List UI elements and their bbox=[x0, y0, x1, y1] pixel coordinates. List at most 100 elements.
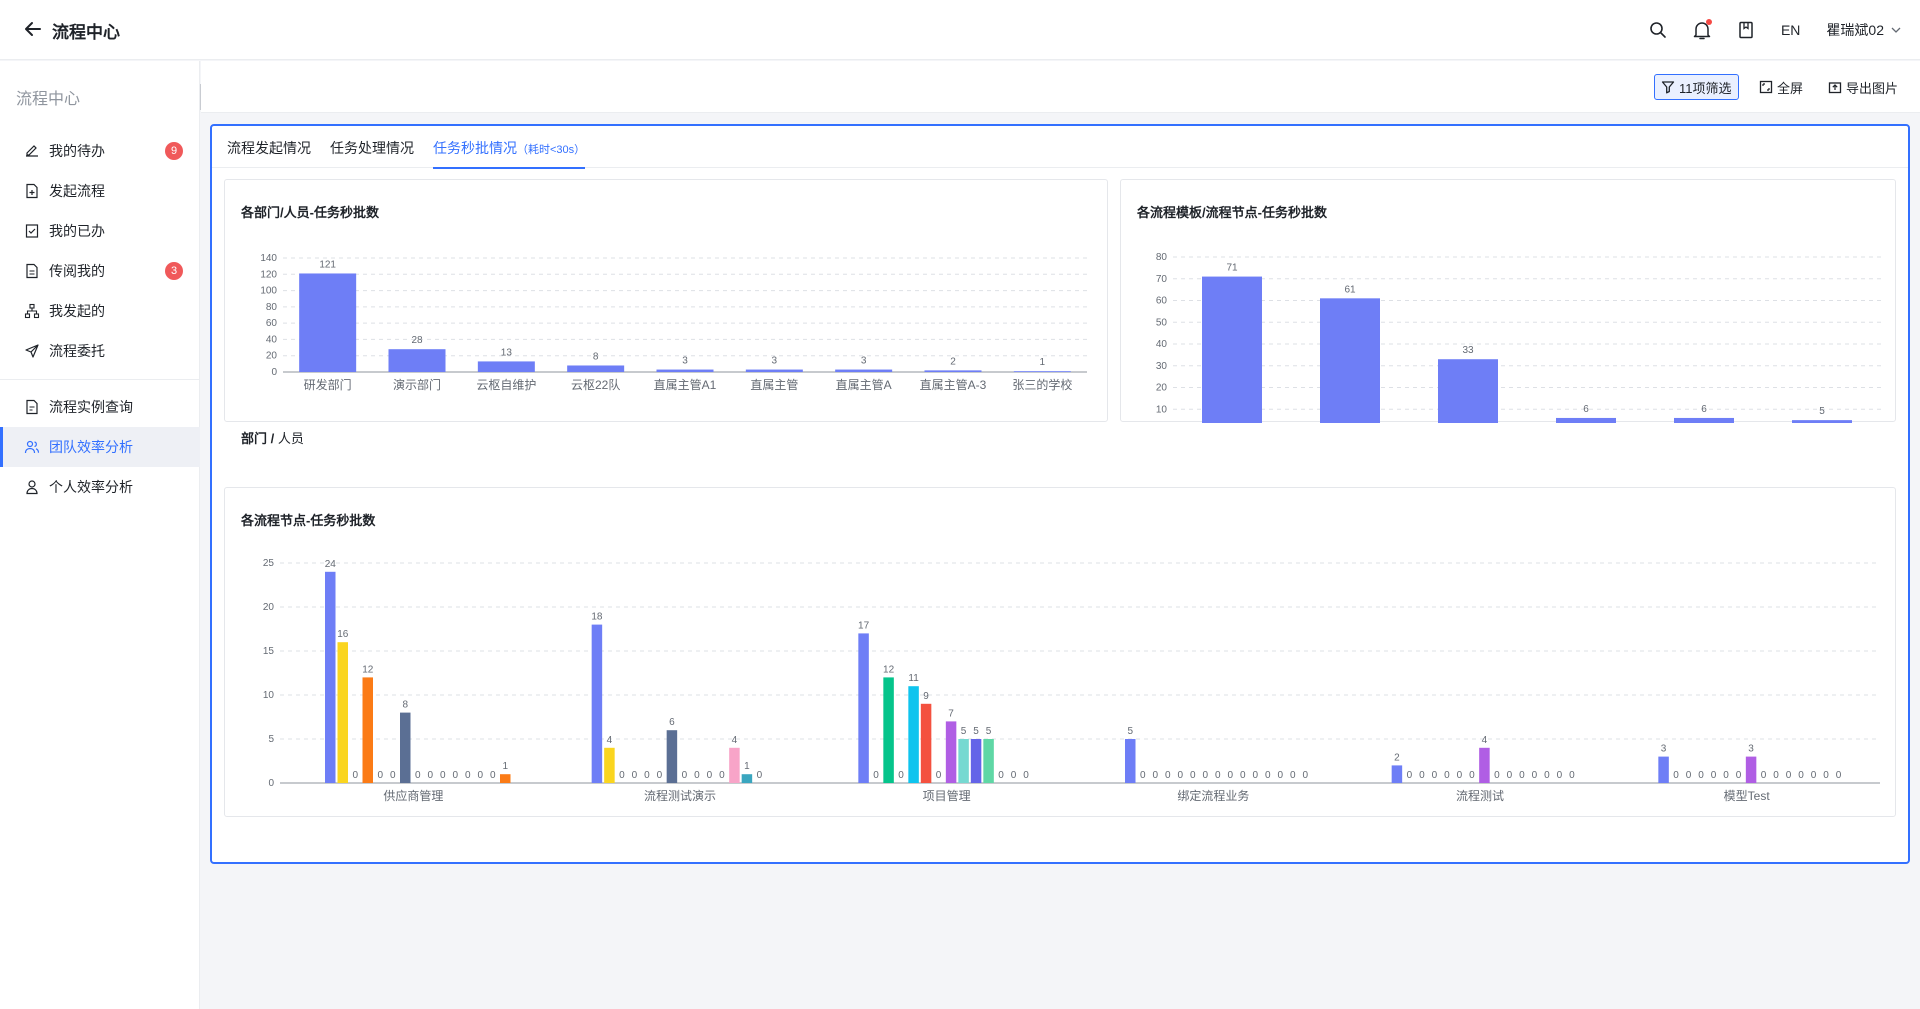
data-label: 1 bbox=[744, 761, 750, 772]
y-tick-label: 20 bbox=[266, 351, 278, 362]
data-label: 0 bbox=[1532, 770, 1538, 781]
sidebar-item-label: 流程实例查询 bbox=[49, 399, 133, 415]
export-image-button[interactable]: 导出图片 bbox=[1828, 74, 1898, 100]
data-label: 0 bbox=[757, 770, 763, 781]
sidebar-item[interactable]: 我的待办 9 bbox=[0, 131, 200, 171]
fullscreen-icon bbox=[1759, 80, 1773, 94]
data-label: 0 bbox=[1177, 770, 1183, 781]
bar bbox=[741, 774, 753, 783]
toolbar: 11项筛选 全屏 导出图片 bbox=[201, 61, 1920, 113]
bar bbox=[858, 633, 869, 783]
data-label: 0 bbox=[1798, 770, 1804, 781]
data-label: 13 bbox=[501, 347, 513, 358]
sidebar-item[interactable]: 我发起的 bbox=[0, 291, 200, 331]
data-label: 12 bbox=[362, 664, 374, 675]
data-label: 3 bbox=[772, 356, 778, 367]
tab-process-initiation[interactable]: 流程发起情况 bbox=[227, 138, 311, 167]
sidebar-item[interactable]: 个人效率分析 bbox=[0, 467, 200, 507]
data-label: 0 bbox=[1686, 770, 1692, 781]
bar bbox=[908, 686, 919, 783]
data-label: 0 bbox=[427, 770, 433, 781]
sidebar-item[interactable]: 团队效率分析 bbox=[0, 427, 200, 467]
sidebar-item-label: 团队效率分析 bbox=[49, 439, 133, 455]
data-label: 0 bbox=[619, 770, 625, 781]
bar bbox=[924, 370, 982, 372]
data-label: 5 bbox=[986, 726, 992, 737]
y-tick-label: 30 bbox=[1156, 361, 1168, 372]
sidebar-item[interactable]: 传阅我的 3 bbox=[0, 251, 200, 291]
bar bbox=[477, 361, 535, 372]
data-label: 1 bbox=[1040, 357, 1046, 368]
y-tick-label: 20 bbox=[1156, 383, 1168, 394]
data-label: 0 bbox=[1569, 770, 1575, 781]
bar bbox=[666, 730, 678, 783]
tab-instant-approval-label: 任务秒批情况 bbox=[433, 140, 517, 156]
bar bbox=[729, 747, 740, 783]
tab-instant-approval[interactable]: 任务秒批情况（耗时<30s） bbox=[433, 138, 586, 169]
bar bbox=[920, 703, 932, 783]
data-label: 0 bbox=[707, 770, 713, 781]
data-label: 0 bbox=[452, 770, 458, 781]
back-arrow-icon[interactable] bbox=[22, 18, 44, 40]
data-label: 0 bbox=[1698, 770, 1704, 781]
x-tick-label: 流程测试 bbox=[1456, 788, 1504, 803]
y-tick-label: 80 bbox=[266, 302, 278, 313]
chart-card-template: 各流程模板/流程节点-任务秒批数 0102030405060708071项目管理… bbox=[1120, 179, 1896, 423]
x-tick-label: 绑定流程业务 bbox=[1177, 788, 1249, 803]
data-label: 0 bbox=[1761, 770, 1767, 781]
sidebar-item[interactable]: 流程实例查询 bbox=[0, 387, 200, 427]
document-icon bbox=[24, 263, 40, 279]
bar bbox=[958, 739, 969, 783]
sidebar-item[interactable]: 流程委托 bbox=[0, 331, 200, 371]
filter-button[interactable]: 11项筛选 bbox=[1654, 74, 1739, 100]
tab-task-handling[interactable]: 任务处理情况 bbox=[330, 138, 414, 167]
y-tick-label: 20 bbox=[263, 602, 275, 613]
bar bbox=[1745, 756, 1757, 783]
org-chart-icon bbox=[24, 303, 40, 319]
footer-dept: 部门 bbox=[241, 431, 268, 446]
data-label: 3 bbox=[1661, 744, 1667, 755]
data-label: 0 bbox=[1152, 770, 1158, 781]
sidebar-item[interactable]: 发起流程 bbox=[0, 171, 200, 211]
sidebar-item-label: 我的待办 bbox=[49, 143, 105, 159]
sidebar-item[interactable]: 我的已办 bbox=[0, 211, 200, 251]
app-title: 流程中心 bbox=[52, 23, 120, 42]
data-label: 0 bbox=[415, 770, 421, 781]
data-label: 0 bbox=[490, 770, 496, 781]
y-tick-label: 0 bbox=[268, 778, 274, 789]
y-tick-label: 10 bbox=[263, 690, 275, 701]
notification-bell-icon[interactable] bbox=[1691, 19, 1713, 41]
data-label: 28 bbox=[411, 335, 423, 346]
chart-card-department: 各部门/人员-任务秒批数 0 20 40 60 80 100 120 140 121 研发部门 28… bbox=[224, 179, 1108, 446]
data-label: 4 bbox=[732, 735, 738, 746]
data-label: 6 bbox=[1583, 404, 1589, 415]
x-tick-label: 云枢自维护 bbox=[476, 377, 536, 392]
data-label: 121 bbox=[319, 259, 336, 270]
x-tick-label: 直属主管A1 bbox=[654, 377, 717, 392]
data-label: 4 bbox=[1482, 735, 1488, 746]
data-label: 5 bbox=[961, 726, 967, 737]
language-switch[interactable]: EN bbox=[1781, 22, 1800, 38]
data-label: 3 bbox=[861, 356, 867, 367]
data-label: 18 bbox=[591, 612, 603, 623]
y-tick-label: 120 bbox=[260, 269, 277, 280]
sidebar-item-label: 传阅我的 bbox=[49, 263, 105, 279]
x-tick-label: 演示部门 bbox=[393, 377, 441, 392]
bookmark-icon[interactable] bbox=[1735, 19, 1757, 41]
sidebar-menu: 我的待办 9 发起流程 我的已办 传阅我的 3 我发起的 流程委托流程实例查询 团队效率分析个人… bbox=[0, 131, 200, 507]
fullscreen-button[interactable]: 全屏 bbox=[1759, 74, 1803, 100]
search-icon[interactable] bbox=[1647, 19, 1669, 41]
data-label: 0 bbox=[873, 770, 879, 781]
footer-person: 人员 bbox=[277, 431, 304, 446]
data-label: 0 bbox=[998, 770, 1004, 781]
data-label: 0 bbox=[352, 770, 358, 781]
y-tick-label: 80 bbox=[1156, 252, 1168, 263]
bar bbox=[1320, 298, 1380, 423]
user-menu[interactable]: 瞿瑞斌02 bbox=[1826, 20, 1902, 40]
top-bar: 流程中心 EN 瞿瑞斌02 bbox=[0, 0, 1920, 60]
data-label: 0 bbox=[1011, 770, 1017, 781]
data-label: 12 bbox=[883, 664, 895, 675]
data-label: 0 bbox=[1711, 770, 1717, 781]
sidebar: 流程中心 我的待办 9 发起流程 我的已办 传阅我的 3 我发起的 流程委托 流程实例查询 团队效… bbox=[0, 61, 200, 1009]
data-label: 0 bbox=[1227, 770, 1233, 781]
